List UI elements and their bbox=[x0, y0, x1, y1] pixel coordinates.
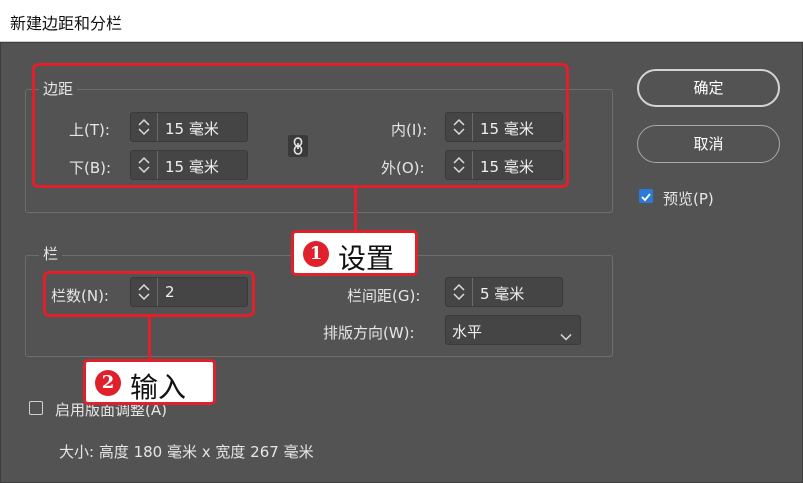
direction-value: 水平 bbox=[452, 323, 483, 341]
size-info: 大小: 高度 180 毫米 x 宽度 267 毫米 bbox=[59, 443, 314, 461]
direction-select[interactable]: 水平 bbox=[445, 315, 581, 345]
callout-2-text: 输入 bbox=[130, 371, 187, 404]
layout-adjust-checkbox[interactable] bbox=[29, 401, 43, 415]
new-margins-columns-dialog: 边距 上(T): 15 毫米 下(B): 15 毫米 内(I): 15 毫米 外… bbox=[0, 42, 803, 483]
cancel-button[interactable]: 取消 bbox=[637, 125, 780, 163]
direction-label: 排版方向(W): bbox=[323, 324, 415, 342]
stepper-arrows-icon[interactable] bbox=[446, 278, 473, 306]
title-bar: 新建边距和分栏 bbox=[0, 0, 803, 42]
gutter-label: 栏间距(G): bbox=[347, 287, 421, 305]
margins-highlight-box bbox=[32, 63, 569, 188]
callout-2-number: 2 bbox=[95, 370, 121, 396]
window-title: 新建边距和分栏 bbox=[10, 14, 123, 33]
columns-group-label: 栏 bbox=[39, 243, 63, 264]
checkmark-icon bbox=[641, 193, 651, 202]
callout-1-number: 1 bbox=[303, 241, 329, 267]
gutter-stepper[interactable]: 5 毫米 bbox=[445, 277, 563, 307]
ok-button[interactable]: 确定 bbox=[637, 69, 780, 107]
callout2-connector bbox=[148, 317, 151, 359]
callout-2: 2 输入 bbox=[83, 359, 216, 405]
callout-1: 1 设置 bbox=[291, 230, 418, 276]
preview-checkbox[interactable] bbox=[639, 189, 653, 203]
gutter-value: 5 毫米 bbox=[480, 285, 525, 303]
callout-1-text: 设置 bbox=[338, 242, 395, 275]
chevron-down-icon bbox=[560, 326, 572, 345]
column-count-highlight-box bbox=[43, 271, 255, 317]
callout1-connector bbox=[354, 188, 357, 230]
preview-label[interactable]: 预览(P) bbox=[663, 188, 714, 209]
